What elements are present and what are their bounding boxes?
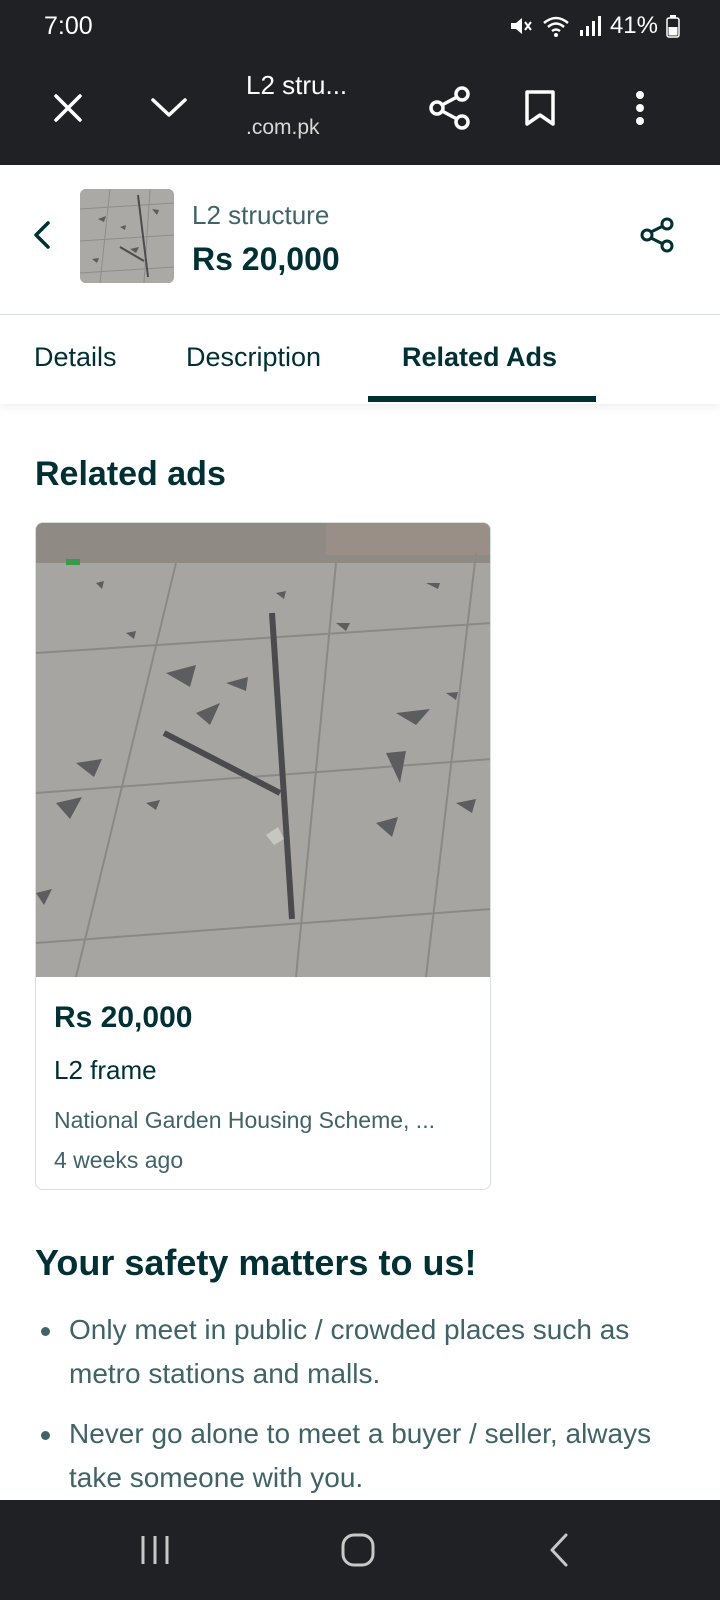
ad-share-button[interactable] xyxy=(640,217,680,257)
chevron-down-icon xyxy=(151,98,187,117)
home-icon xyxy=(341,1533,375,1567)
page-url: .com.pk xyxy=(246,116,320,139)
bookmark-icon xyxy=(525,90,555,126)
ad-header: L2 structure Rs 20,000 xyxy=(0,165,720,315)
related-ads-heading: Related ads xyxy=(35,455,226,493)
page-title: L2 stru... xyxy=(246,70,348,100)
floor-photo-thumbnail xyxy=(80,189,174,283)
status-bar: 7:00 41% xyxy=(0,0,720,52)
chevron-left-icon xyxy=(34,221,50,249)
mute-icon xyxy=(510,18,532,34)
related-ad-card[interactable]: Rs 20,000 L2 frame National Garden Housi… xyxy=(35,522,491,1190)
close-button[interactable] xyxy=(40,80,96,136)
ad-image xyxy=(36,523,490,977)
tab-details[interactable]: Details xyxy=(34,342,117,373)
related-ad-price: Rs 20,000 xyxy=(54,1001,193,1034)
back-button[interactable] xyxy=(22,215,62,255)
wifi-icon xyxy=(543,16,569,37)
safety-tips-list: Only meet in public / crowded places suc… xyxy=(35,1308,695,1516)
more-options-button[interactable] xyxy=(612,80,668,136)
active-tab-indicator xyxy=(368,396,596,402)
safety-tip: Only meet in public / crowded places suc… xyxy=(35,1308,695,1396)
safety-heading: Your safety matters to us! xyxy=(35,1242,477,1283)
floor-photo xyxy=(36,523,490,977)
battery-percent: 41% xyxy=(609,12,658,39)
signal-icon xyxy=(579,16,601,36)
share-icon xyxy=(640,217,674,253)
more-vert-icon xyxy=(636,91,644,125)
tab-related-ads[interactable]: Related Ads xyxy=(402,342,557,373)
recents-button[interactable] xyxy=(130,1525,180,1575)
tab-description[interactable]: Description xyxy=(186,342,321,373)
share-button[interactable] xyxy=(422,80,478,136)
status-icons: 41% xyxy=(508,12,680,40)
related-ad-location: National Garden Housing Scheme, ... xyxy=(54,1107,435,1133)
home-button[interactable] xyxy=(333,1525,383,1575)
back-icon xyxy=(550,1533,568,1567)
recents-icon xyxy=(141,1536,169,1564)
status-time: 7:00 xyxy=(44,12,93,40)
share-icon xyxy=(429,86,470,130)
bookmark-button[interactable] xyxy=(512,80,568,136)
ad-thumbnail xyxy=(80,189,174,283)
minimize-button[interactable] xyxy=(141,80,197,136)
battery-icon xyxy=(666,15,680,38)
browser-toolbar: L2 stru... .com.pk xyxy=(0,52,720,165)
related-ad-posted-time: 4 weeks ago xyxy=(54,1147,184,1173)
safety-tip: Never go alone to meet a buyer / seller,… xyxy=(35,1412,695,1500)
system-nav-bar xyxy=(0,1500,720,1600)
ad-tabs: Details Description Related Ads xyxy=(0,316,720,404)
related-ad-title: L2 frame xyxy=(54,1055,157,1085)
close-icon xyxy=(54,94,82,122)
ad-title: L2 structure xyxy=(192,200,330,230)
ad-price: Rs 20,000 xyxy=(192,241,340,277)
back-nav-button[interactable] xyxy=(534,1525,584,1575)
